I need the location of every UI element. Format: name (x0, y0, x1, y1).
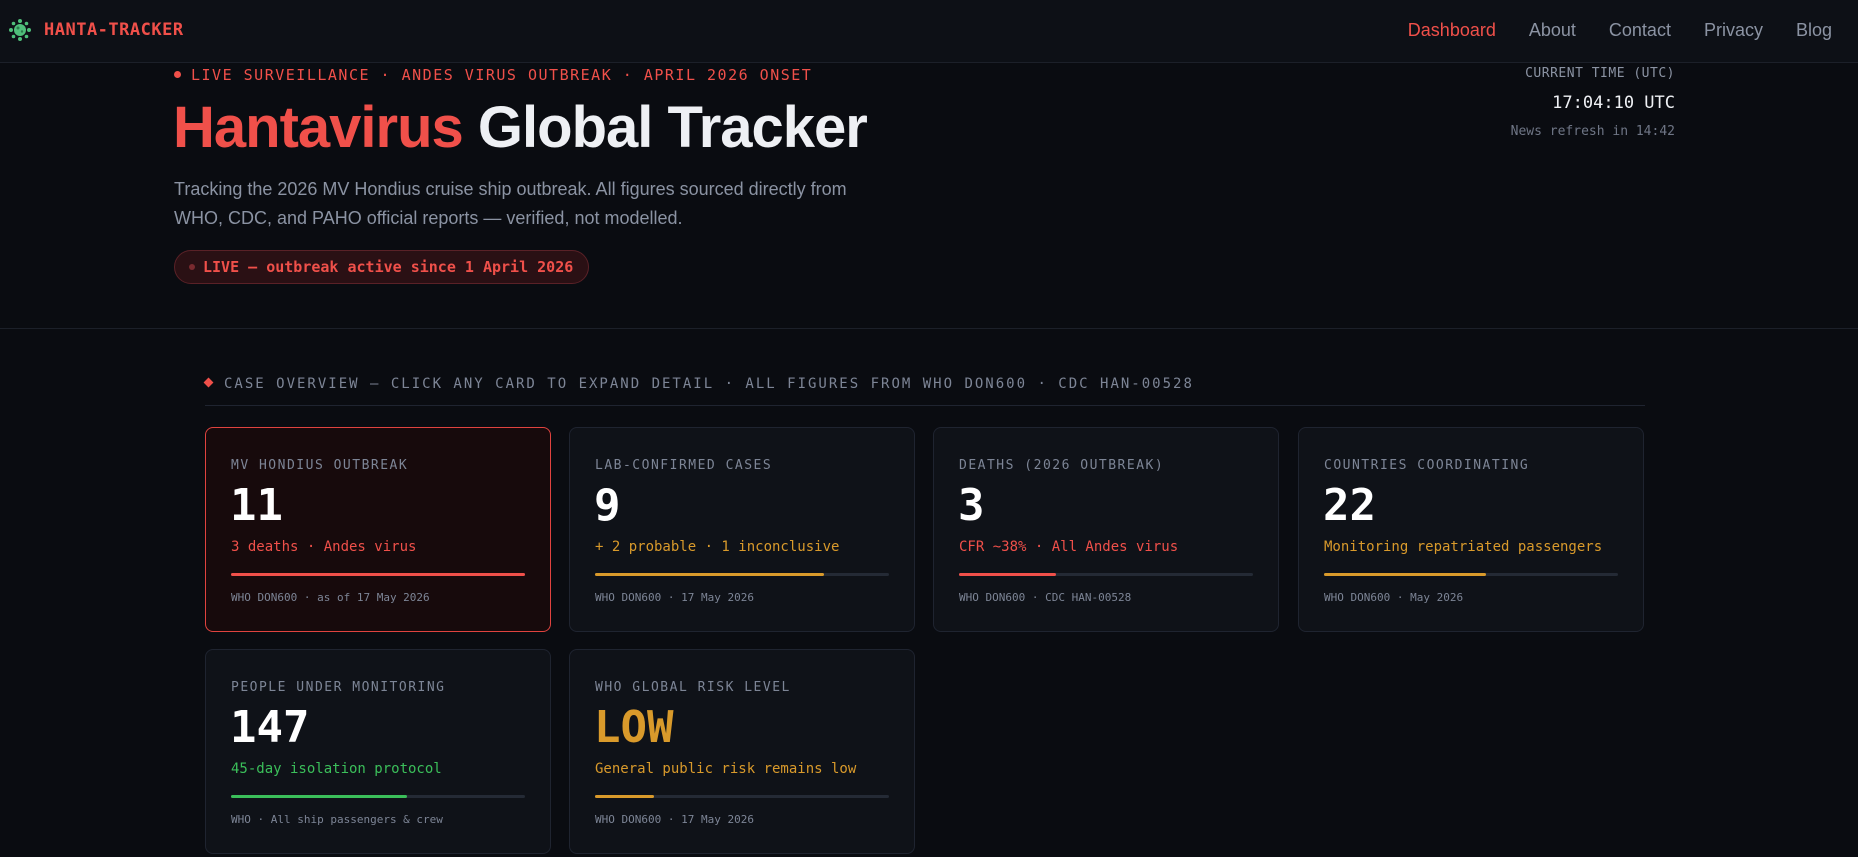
nav-link-dashboard[interactable]: Dashboard (1408, 20, 1496, 41)
card-label: COUNTRIES COORDINATING (1324, 458, 1530, 473)
card-label: MV HONDIUS OUTBREAK (231, 458, 409, 473)
nav-link-about[interactable]: About (1529, 20, 1576, 41)
card-progress-bar (959, 573, 1253, 576)
page-title: Hantavirus Global Tracker (173, 94, 868, 161)
card-label: LAB-CONFIRMED CASES (595, 458, 773, 473)
card-progress-fill (231, 573, 525, 576)
card-subtext: 3 deaths · Andes virus (231, 539, 417, 555)
card-value: 11 (230, 480, 283, 531)
card-subtext: General public risk remains low (595, 761, 857, 777)
card-source: WHO DON600 · 17 May 2026 (595, 591, 754, 604)
card-progress-bar (1324, 573, 1618, 576)
card-source: WHO DON600 · as of 17 May 2026 (231, 591, 430, 604)
hero-section: LIVE SURVEILLANCE · ANDES VIRUS OUTBREAK… (0, 64, 1858, 329)
page-title-accent: Hantavirus (173, 95, 464, 160)
nav-link-blog[interactable]: Blog (1796, 20, 1832, 41)
utc-clock: CURRENT TIME (UTC) 17:04:10 UTC News ref… (1511, 66, 1675, 139)
card-progress-fill (595, 573, 825, 576)
card-mv-hondius-outbreak[interactable]: MV HONDIUS OUTBREAK 11 3 deaths · Andes … (205, 427, 551, 632)
top-navbar: HANTA-TRACKER Dashboard About Contact Pr… (0, 0, 1858, 63)
clock-label: CURRENT TIME (UTC) (1525, 66, 1675, 81)
card-label: PEOPLE UNDER MONITORING (231, 680, 446, 695)
card-progress-bar (231, 573, 525, 576)
card-progress-bar (595, 795, 889, 798)
clock-time: 17:04:10 UTC (1552, 93, 1675, 113)
overview-heading-text: CASE OVERVIEW — CLICK ANY CARD TO EXPAND… (224, 376, 1194, 392)
card-countries-coordinating[interactable]: COUNTRIES COORDINATING 22 Monitoring rep… (1298, 427, 1644, 632)
card-value: 22 (1323, 480, 1376, 531)
live-status-text: LIVE — outbreak active since 1 April 202… (203, 258, 574, 276)
nav-links: Dashboard About Contact Privacy Blog (1375, 20, 1832, 41)
hero-eyebrow: LIVE SURVEILLANCE · ANDES VIRUS OUTBREAK… (174, 66, 812, 84)
nav-link-privacy[interactable]: Privacy (1704, 20, 1763, 41)
nav-link-contact[interactable]: Contact (1609, 20, 1671, 41)
page-title-rest: Global Tracker (477, 95, 868, 160)
overview-heading: CASE OVERVIEW — CLICK ANY CARD TO EXPAND… (203, 376, 1194, 392)
card-progress-fill (1324, 573, 1486, 576)
hero-eyebrow-text: LIVE SURVEILLANCE · ANDES VIRUS OUTBREAK… (191, 66, 813, 84)
diamond-icon (203, 377, 214, 388)
card-lab-confirmed-cases[interactable]: LAB-CONFIRMED CASES 9 + 2 probable · 1 i… (569, 427, 915, 632)
card-subtext: 45-day isolation protocol (231, 761, 442, 777)
card-who-global-risk-level[interactable]: WHO GLOBAL RISK LEVEL LOW General public… (569, 649, 915, 854)
card-value: 3 (958, 480, 985, 531)
card-subtext: Monitoring repatriated passengers (1324, 539, 1603, 555)
card-source: WHO DON600 · CDC HAN-00528 (959, 591, 1132, 604)
card-source: WHO · All ship passengers & crew (231, 813, 443, 826)
card-subtext: + 2 probable · 1 inconclusive (595, 539, 840, 555)
card-label: DEATHS (2026 OUTBREAK) (959, 458, 1165, 473)
card-progress-bar (231, 795, 525, 798)
card-people-under-monitoring[interactable]: PEOPLE UNDER MONITORING 147 45-day isola… (205, 649, 551, 854)
card-subtext: CFR ~38% · All Andes virus (959, 539, 1179, 555)
brand-logo[interactable]: HANTA-TRACKER (8, 18, 184, 42)
status-dot-icon (189, 264, 195, 270)
card-progress-fill (231, 795, 408, 798)
hero-description: Tracking the 2026 MV Hondius cruise ship… (174, 179, 847, 228)
news-refresh-countdown: News refresh in 14:42 (1510, 124, 1675, 139)
card-source: WHO DON600 · 17 May 2026 (595, 813, 754, 826)
card-progress-fill (595, 795, 654, 798)
card-value: LOW (594, 702, 674, 753)
live-dot-icon (174, 71, 181, 78)
card-progress-fill (959, 573, 1057, 576)
card-label: WHO GLOBAL RISK LEVEL (595, 680, 791, 695)
virus-icon (9, 19, 31, 41)
card-value: 147 (230, 702, 310, 753)
card-source: WHO DON600 · May 2026 (1324, 591, 1464, 604)
live-status-badge[interactable]: LIVE — outbreak active since 1 April 202… (174, 250, 590, 284)
card-deaths[interactable]: DEATHS (2026 OUTBREAK) 3 CFR ~38% · All … (933, 427, 1279, 632)
card-value: 9 (594, 480, 621, 531)
divider (205, 405, 1645, 406)
brand-name: HANTA-TRACKER (44, 20, 184, 40)
card-progress-bar (595, 573, 889, 576)
